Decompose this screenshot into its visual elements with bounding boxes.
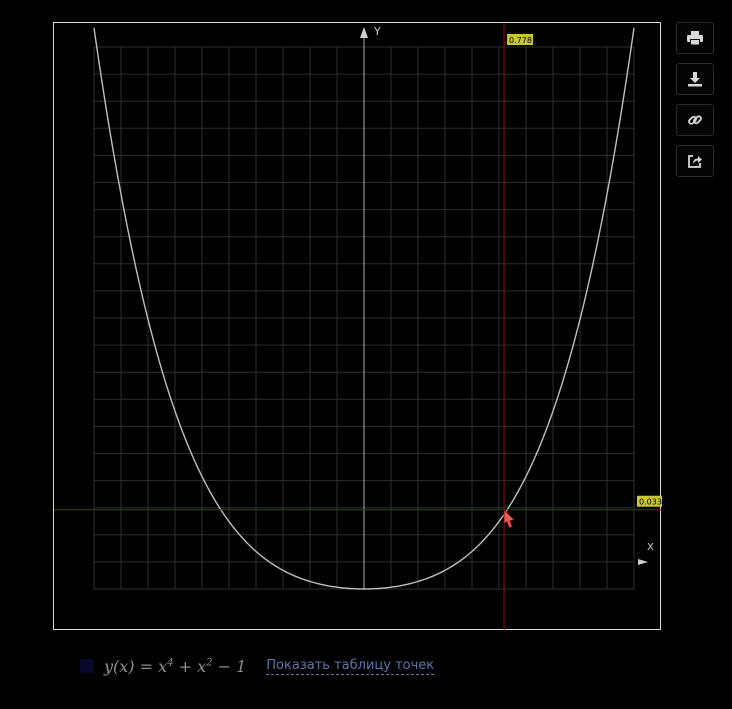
legend-color-swatch <box>80 659 94 673</box>
y-axis-arrow <box>360 27 368 38</box>
formula-part: − 1 <box>212 656 247 676</box>
mouse-cursor-icon <box>503 508 515 529</box>
plot-area[interactable]: Y X 0.778 0.033 <box>53 22 662 631</box>
formula-part: y(x) = x <box>104 656 168 676</box>
show-points-table-link[interactable]: Показать таблицу точек <box>266 658 435 675</box>
x-axis-arrow <box>638 559 648 565</box>
x-axis-label: X <box>647 542 654 553</box>
side-toolbar <box>676 22 716 186</box>
formula-part: + x <box>173 656 207 676</box>
legend-formula: y(x) = x4 + x2 − 1 <box>104 657 246 676</box>
printer-icon <box>687 31 703 46</box>
share-button[interactable] <box>676 145 714 177</box>
legend: y(x) = x4 + x2 − 1 Показать таблицу точе… <box>80 652 435 680</box>
link-button[interactable] <box>676 104 714 136</box>
function-plot[interactable]: Y X 0.778 0.033 <box>54 23 662 631</box>
x-readout-value: 0.778 <box>509 36 532 45</box>
y-axis-label: Y <box>373 25 381 38</box>
print-button[interactable] <box>676 22 714 54</box>
share-icon <box>688 155 702 168</box>
download-icon <box>688 72 702 87</box>
link-icon <box>688 115 702 125</box>
y-readout-value: 0.033 <box>639 498 662 507</box>
graph-page: Y X 0.778 0.033 y(x) = x4 + x2 − 1 Показ… <box>0 0 732 709</box>
download-button[interactable] <box>676 63 714 95</box>
